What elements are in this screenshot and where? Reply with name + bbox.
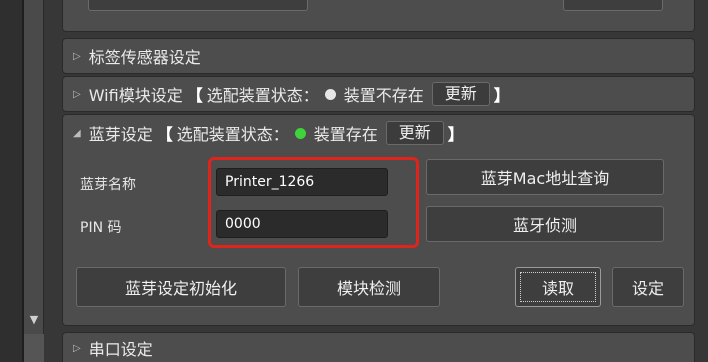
panel-title: 蓝芽设定: [88, 125, 153, 144]
panel-title: Wifi模块设定: [88, 86, 183, 105]
window-left-edge: [0, 0, 22, 362]
set-button[interactable]: 设定: [612, 267, 684, 307]
previous-panel-button-2[interactable]: [563, 0, 663, 11]
bracket-close: 】: [447, 125, 464, 144]
bluetooth-update-button[interactable]: 更新: [385, 121, 444, 145]
status-text: 装置不存在: [343, 86, 424, 105]
panel-previous: [62, 0, 695, 32]
panel-title: 标签传感器设定: [88, 48, 201, 67]
status-label: 选配装置状态：: [176, 125, 289, 144]
module-check-button[interactable]: 模块检测: [298, 267, 440, 307]
bluetooth-detect-button[interactable]: 蓝牙侦测: [426, 206, 664, 242]
collapse-triangle-icon[interactable]: ◢: [73, 128, 81, 139]
status-label: 选配装置状态：: [206, 86, 319, 105]
status-dot-icon: [324, 88, 336, 100]
vertical-scrollbar[interactable]: ▼: [24, 0, 44, 334]
panel-wifi[interactable]: ▷ Wifi模块设定 【 选配装置状态： 装置不存在 更新 】: [62, 76, 695, 112]
pin-label: PIN 码: [80, 220, 122, 236]
expand-triangle-icon[interactable]: ▷: [73, 89, 81, 100]
status-text: 装置存在: [313, 125, 378, 144]
panel-label-sensor[interactable]: ▷ 标签传感器设定: [62, 38, 695, 74]
expand-triangle-icon[interactable]: ▷: [73, 343, 81, 354]
previous-panel-button[interactable]: [88, 0, 308, 11]
bluetooth-name-input[interactable]: [216, 168, 388, 196]
bracket-open: 【: [186, 86, 203, 105]
read-button[interactable]: 读取: [515, 267, 601, 307]
mac-query-button[interactable]: 蓝芽Mac地址查询: [426, 159, 664, 195]
panel-serial[interactable]: ▷ 串口设定: [62, 332, 695, 362]
scrollbar-corner: [24, 334, 44, 362]
bracket-close: 】: [493, 86, 510, 105]
bluetooth-name-label: 蓝芽名称: [80, 177, 136, 193]
wifi-update-button[interactable]: 更新: [431, 82, 490, 106]
bracket-open: 【: [156, 125, 173, 144]
scroll-down-arrow-icon[interactable]: ▼: [24, 313, 44, 326]
panel-title: 串口设定: [88, 340, 153, 359]
expand-triangle-icon[interactable]: ▷: [73, 51, 81, 62]
status-dot-icon: [294, 127, 306, 139]
bluetooth-init-button[interactable]: 蓝芽设定初始化: [76, 267, 286, 307]
pin-input[interactable]: [216, 210, 388, 238]
